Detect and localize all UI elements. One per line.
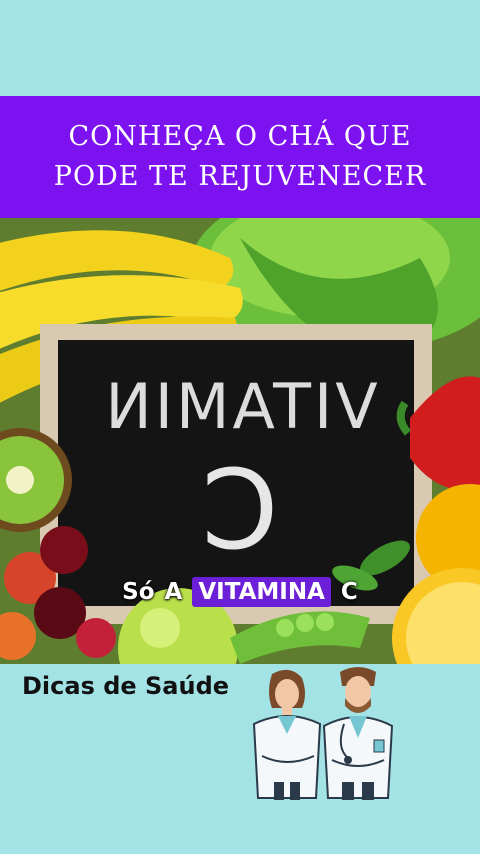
title-banner: CONHEÇA O CHÁ QUE PODE TE REJUVENECER: [0, 96, 480, 218]
caption-word-2: A: [164, 579, 183, 605]
title-line-2: PODE TE REJUVENECER: [53, 161, 427, 192]
caption-word-1: Só: [122, 579, 155, 605]
male-doctor-icon: [322, 667, 394, 800]
caption-word-highlight: VITAMINA: [192, 577, 331, 607]
caption-word-4: C: [340, 579, 358, 605]
board-text-line-2: C: [202, 446, 279, 574]
footer-title: Dicas de Saúde: [22, 672, 230, 700]
female-doctor-icon: [252, 669, 322, 800]
doctors-illustration: [252, 667, 394, 800]
title-line-1: CONHEÇA O CHÁ QUE: [68, 121, 412, 152]
board-text-line-1: VITAMIN: [102, 370, 377, 443]
subtitle-caption: Só A VITAMINA C: [0, 573, 480, 611]
